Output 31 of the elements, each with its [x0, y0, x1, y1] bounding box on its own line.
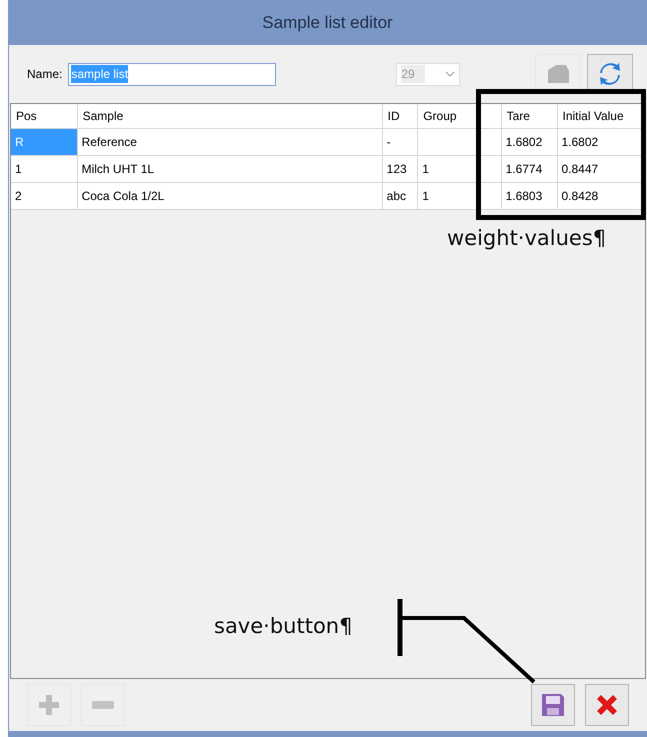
weight-icon: [545, 62, 571, 86]
name-label: Name:: [27, 66, 62, 83]
annotation-label: weight·values¶: [447, 228, 606, 249]
table-cell: 1: [422, 162, 429, 176]
table-cell: 1.6802: [506, 134, 542, 148]
table-cell: 0.8428: [562, 188, 598, 202]
table-cell: Milch UHT 1L: [82, 162, 154, 176]
column-header[interactable]: Sample: [82, 108, 124, 123]
column-header[interactable]: Pos: [16, 108, 37, 123]
table-cell: Reference: [82, 134, 137, 148]
table-cell: -: [386, 134, 391, 148]
table-cell: R: [15, 134, 24, 148]
table-cell: 1.6803: [506, 188, 542, 202]
table-cell: 1.6802: [562, 134, 598, 148]
cancel-button[interactable]: [585, 684, 629, 726]
plus-icon: [38, 694, 60, 716]
table-cell: 1: [15, 162, 22, 176]
table-cell: 2: [15, 188, 22, 202]
table-cell: 123: [386, 162, 407, 176]
table-cell: abc: [386, 188, 406, 202]
close-icon: [595, 693, 619, 717]
table-cell: 1.6774: [506, 162, 542, 176]
refresh-icon: [598, 61, 622, 87]
annotation-label: save·button¶: [214, 616, 352, 637]
chevron-icon: [445, 71, 456, 77]
minus-icon: [92, 701, 114, 709]
table-cell: Coca Cola 1/2L: [82, 188, 164, 202]
save-button[interactable]: [531, 684, 575, 726]
table-cell: 0.8447: [562, 162, 598, 176]
table-cell: 1: [422, 188, 429, 202]
window-title: Sample list editor: [262, 12, 393, 34]
